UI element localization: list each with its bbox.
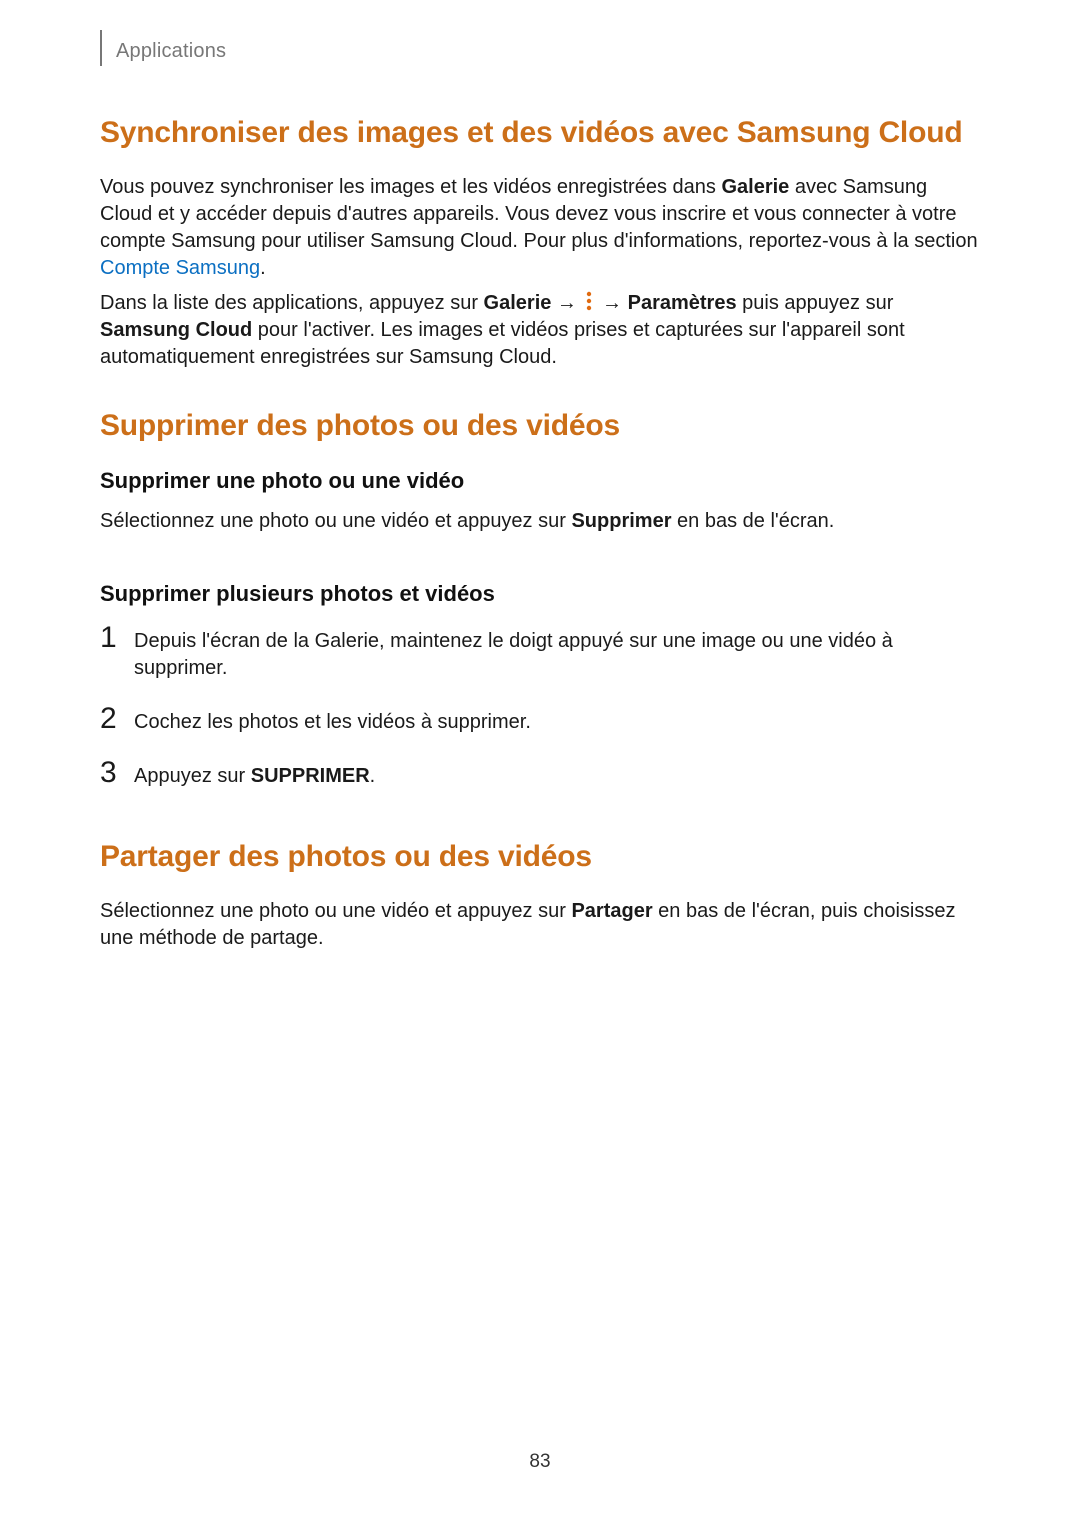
text: . — [260, 257, 266, 279]
paragraph-share: Sélectionnez une photo ou une vidéo et a… — [100, 898, 980, 952]
subheading-delete-many: Supprimer plusieurs photos et vidéos — [100, 581, 980, 607]
text: Sélectionnez une photo ou une vidéo et a… — [100, 900, 571, 922]
more-options-icon — [585, 291, 595, 311]
header-rule — [100, 30, 102, 66]
page-header: Applications — [100, 38, 980, 64]
text: en bas de l'écran. — [672, 510, 835, 532]
subheading-delete-one: Supprimer une photo ou une vidéo — [100, 468, 980, 494]
heading-share: Partager des photos ou des vidéos — [100, 838, 980, 876]
bold-supprimer-caps: SUPPRIMER — [251, 765, 370, 787]
bold-settings: Paramètres — [628, 292, 737, 314]
paragraph-delete-one: Sélectionnez une photo ou une vidéo et a… — [100, 508, 980, 535]
bold-gallery: Galerie — [484, 292, 552, 314]
paragraph-sync-2: Dans la liste des applications, appuyez … — [100, 290, 980, 371]
bold-partager: Partager — [571, 900, 652, 922]
bold-supprimer: Supprimer — [571, 510, 671, 532]
paragraph-sync-1: Vous pouvez synchroniser les images et l… — [100, 174, 980, 282]
step-text: Cochez les photos et les vidéos à suppri… — [134, 705, 531, 736]
step-item: 3 Appuyez sur SUPPRIMER. — [100, 758, 980, 790]
arrow-icon: → — [597, 292, 628, 314]
step-text: Depuis l'écran de la Galerie, maintenez … — [134, 624, 980, 682]
text: Appuyez sur — [134, 765, 251, 787]
step-number: 1 — [100, 623, 134, 653]
step-text: Appuyez sur SUPPRIMER. — [134, 759, 375, 790]
text: Vous pouvez synchroniser les images et l… — [100, 176, 721, 198]
link-compte-samsung[interactable]: Compte Samsung — [100, 257, 260, 279]
document-page: Applications Synchroniser des images et … — [0, 0, 1080, 1527]
text: puis appuyez sur — [737, 292, 894, 314]
steps-list: 1 Depuis l'écran de la Galerie, maintene… — [100, 623, 980, 790]
text: Sélectionnez une photo ou une vidéo et a… — [100, 510, 571, 532]
heading-sync-cloud: Synchroniser des images et des vidéos av… — [100, 114, 980, 152]
bold-gallery: Galerie — [721, 176, 789, 198]
step-item: 2 Cochez les photos et les vidéos à supp… — [100, 704, 980, 736]
header-section-label: Applications — [116, 40, 226, 63]
text: Dans la liste des applications, appuyez … — [100, 292, 484, 314]
page-number: 83 — [0, 1451, 1080, 1473]
heading-delete: Supprimer des photos ou des vidéos — [100, 407, 980, 445]
step-number: 2 — [100, 704, 134, 734]
text: . — [370, 765, 376, 787]
step-number: 3 — [100, 758, 134, 788]
arrow-icon: → — [551, 292, 582, 314]
bold-samsung-cloud: Samsung Cloud — [100, 319, 252, 341]
step-item: 1 Depuis l'écran de la Galerie, maintene… — [100, 623, 980, 682]
